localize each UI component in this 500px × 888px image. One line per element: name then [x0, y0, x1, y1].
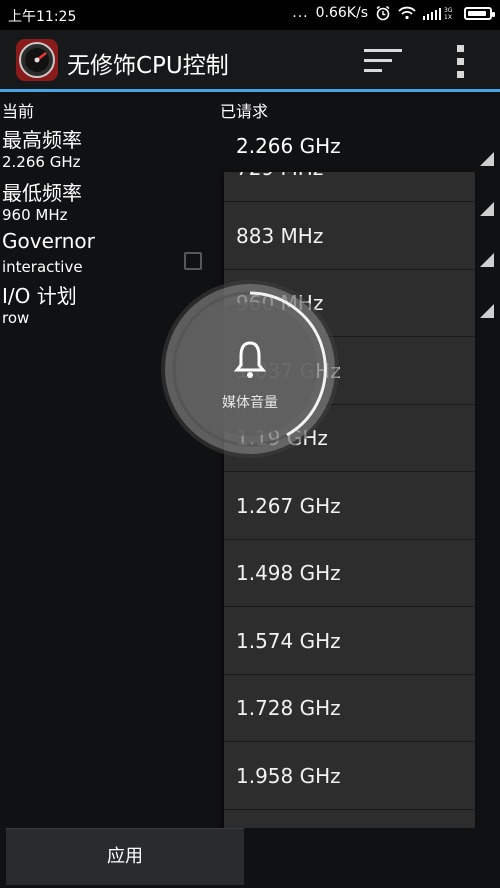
sort-menu-icon[interactable] [364, 47, 404, 75]
governor-label: Governor [2, 229, 95, 253]
max-freq-spinner[interactable]: 2.266 GHz [236, 134, 341, 158]
governor-current-value: interactive [2, 258, 83, 276]
status-bar: 上午11:25 ... 0.66K/s 3G 1X [0, 0, 500, 30]
status-time: 上午11:25 [8, 9, 77, 25]
apply-button[interactable]: 应用 [6, 828, 244, 885]
network-1x-label: 1X [444, 14, 452, 20]
app-logo-icon[interactable] [16, 39, 58, 81]
battery-icon [464, 6, 495, 20]
min-freq-label: 最低频率 [2, 181, 82, 205]
alarm-icon [376, 5, 390, 21]
volume-overlay: 媒体音量 [165, 284, 335, 454]
network-3g-label: 3G [444, 7, 453, 14]
max-freq-current-value: 2.266 GHz [2, 153, 81, 171]
network-speed: 0.66K/s [315, 5, 368, 21]
action-bar: 无修饰CPU控制 [0, 30, 500, 92]
io-plan-spinner-arrow-icon[interactable] [480, 304, 494, 318]
dropdown-item[interactable]: 1.574 GHz [224, 608, 475, 675]
volume-label: 媒体音量 [222, 395, 278, 411]
io-plan-current-value: row [2, 309, 30, 327]
dropdown-item[interactable]: 729 MHz [224, 172, 475, 202]
min-freq-current-value: 960 MHz [2, 206, 68, 224]
cell-signal-icon: 3G 1X [423, 7, 453, 20]
set-on-boot-checkbox[interactable] [184, 252, 202, 270]
governor-spinner-arrow-icon[interactable] [480, 253, 494, 267]
frequency-dropdown[interactable]: 729 MHz883 MHz960 MHz1.037 GHz1.19 GHz1.… [224, 172, 475, 877]
notification-dots: ... [292, 5, 309, 21]
dropdown-item[interactable]: 1.958 GHz [224, 743, 475, 810]
app-title: 无修饰CPU控制 [67, 53, 229, 79]
dropdown-item[interactable]: 883 MHz [224, 203, 475, 270]
bell-icon [233, 341, 267, 378]
min-freq-spinner-arrow-icon[interactable] [480, 202, 494, 216]
dropdown-item[interactable]: 1.498 GHz [224, 540, 475, 607]
overflow-menu-icon[interactable] [450, 43, 472, 79]
max-freq-spinner-arrow-icon[interactable] [480, 152, 494, 166]
wifi-icon [398, 6, 416, 20]
current-header: 当前 [2, 102, 35, 121]
dropdown-item[interactable]: 1.728 GHz [224, 675, 475, 742]
io-plan-label: I/O 计划 [2, 284, 77, 308]
status-icons: ... 0.66K/s 3G 1X [292, 5, 495, 21]
max-freq-label: 最高频率 [2, 128, 82, 152]
requested-header: 已请求 [220, 102, 269, 121]
dropdown-item[interactable]: 1.267 GHz [224, 473, 475, 540]
bottom-bar: 应用 [0, 828, 500, 888]
